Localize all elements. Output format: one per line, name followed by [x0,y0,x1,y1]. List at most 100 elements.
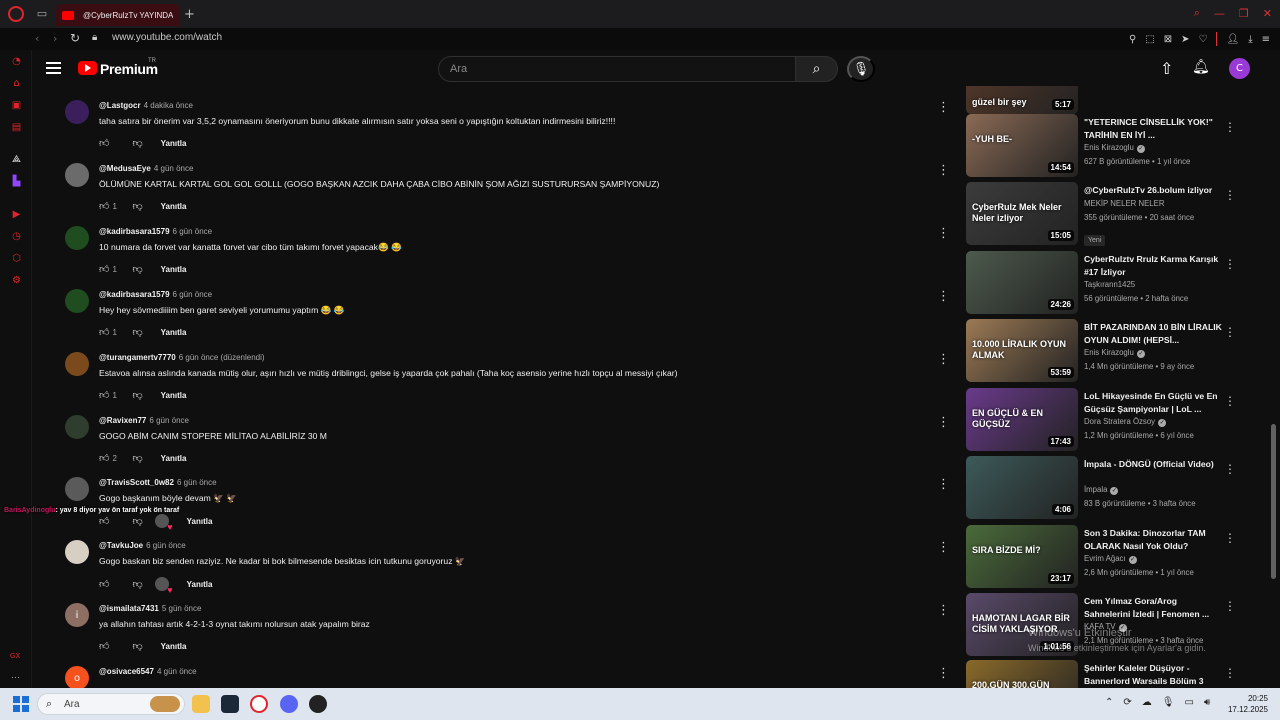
sidebar-extensions-icon[interactable]: ⬡ [10,252,23,265]
video-title[interactable]: İmpala - DÖNGÜ (Official Video) [1084,458,1224,471]
avatar[interactable]: i [65,603,89,627]
video-thumbnail[interactable]: SIRA BİZDE Mİ? 23:17 [966,525,1078,588]
more-options-icon[interactable]: ⋮ [937,163,950,178]
channel-name[interactable]: Evrim Ağacı ✓ [1084,554,1137,564]
notifications-bell-icon[interactable]: 🔔︎ [1192,59,1210,75]
like-icon[interactable]: 👍︎ [99,515,109,527]
sidebar-messenger-icon[interactable]: ▣ [10,99,23,112]
sidebar-player-icon[interactable]: ▶ [10,208,23,221]
page-scrollbar[interactable] [1271,424,1276,579]
channel-name[interactable]: Dora Stratera Özsoy ✓ [1084,417,1167,427]
tray-cloud-icon[interactable]: ☁ [1142,697,1152,708]
more-options-icon[interactable]: ⋮ [1224,257,1236,271]
like-icon[interactable]: 👍︎ [99,640,109,652]
like-icon[interactable]: 👍︎ [99,326,109,338]
video-thumbnail[interactable]: 24:26 [966,251,1078,314]
related-video-item[interactable]: güzel bir şey 5:17 1,5 Mn görüntüleme • … [965,86,1265,117]
sidebar-store-icon[interactable]: ⌂ [10,77,23,90]
comment-author[interactable]: @kadirbasara1579 [99,227,170,236]
more-options-icon[interactable]: ⋮ [1224,531,1236,545]
avatar[interactable] [65,100,89,124]
more-options-icon[interactable]: ⋮ [937,226,950,241]
url-field[interactable]: www.youtube.com/watch [112,32,222,43]
reply-button[interactable]: Yanıtla [161,265,187,274]
channel-name[interactable]: MEKİP NELER NELER [1084,199,1164,208]
video-title[interactable]: "YETERINCE CİNSELLİK YOK!" TARİHİN EN İY… [1084,116,1224,142]
more-options-icon[interactable]: ⋮ [1224,325,1236,339]
tray-app-icon[interactable]: ⟳ [1123,697,1131,708]
comment-time[interactable]: 4 gün önce [157,667,197,676]
pin-icon[interactable]: ⚲ [1129,32,1136,46]
video-title[interactable]: Şehirler Kaleler Düşüyor - Bannerlord Wa… [1084,662,1224,688]
avatar[interactable]: o [65,666,89,688]
reply-button[interactable]: Yanıtla [161,139,187,148]
video-title[interactable]: LoL Hikayesinde En Güçlü ve En Güçsüz Şa… [1084,390,1224,416]
related-video-item[interactable]: 24:26 CyberRulztv Rrulz Karma Karışık #1… [965,251,1265,317]
video-title[interactable]: BİT PAZARINDAN 10 BİN LİRALIK OYUN ALDIM… [1084,321,1224,347]
tray-network-icon[interactable]: ▭ [1184,697,1193,708]
tab-islands-icon[interactable]: ▭ [35,7,49,20]
avatar[interactable] [65,352,89,376]
snapshot-icon[interactable]: ⬚ [1145,32,1154,46]
comment-time[interactable]: 5 gün önce [162,604,202,613]
comment-author[interactable]: @TravisScott_0w82 [99,478,174,487]
more-options-icon[interactable]: ⋮ [1224,599,1236,613]
like-icon[interactable]: 👍︎ [99,389,109,401]
sidebar-history-icon[interactable]: ◷ [10,230,23,243]
opera-gx-taskbar-icon[interactable] [250,695,268,713]
user-avatar[interactable]: C [1229,58,1250,79]
new-tab-icon[interactable]: + [184,7,195,22]
send-icon[interactable]: ➤ [1181,32,1189,46]
reply-button[interactable]: Yanıtla [161,202,187,211]
related-video-item[interactable]: EN GÜÇLÜ & EN GÜÇSÜZ 17:43 LoL Hikayesin… [965,388,1265,454]
forward-icon[interactable]: › [53,32,57,45]
avatar[interactable] [65,163,89,187]
tray-volume-icon[interactable]: 🔊︎ [1204,697,1210,708]
dislike-icon[interactable]: 👎︎ [132,200,142,212]
dislike-icon[interactable]: 👎︎ [132,452,142,464]
minimize-icon[interactable]: — [1214,6,1225,20]
tray-mic-icon[interactable]: 🎙︎ [1162,697,1175,708]
comment-author[interactable]: @turangamertv7770 [99,353,176,362]
like-icon[interactable]: 👍︎ [99,137,109,149]
lock-icon[interactable]: 🔒︎ [92,32,97,43]
comment-time[interactable]: 6 gün önce [177,478,217,487]
more-options-icon[interactable]: ⋮ [937,603,950,618]
heart-icon[interactable]: ♡ [1199,32,1208,46]
back-icon[interactable]: ‹ [35,32,39,45]
channel-name[interactable]: Enis Kirazoglu ✓ [1084,143,1145,153]
more-options-icon[interactable]: ⋮ [1224,394,1236,408]
comment-author[interactable]: @Ravixen77 [99,416,146,425]
download-icon[interactable]: ⤓ [1248,32,1252,46]
reply-button[interactable]: Yanıtla [187,580,213,589]
voice-search-button[interactable]: 🎙︎ [847,56,875,82]
comment-author[interactable]: @kadirbasara1579 [99,290,170,299]
comment-time[interactable]: 4 dakika önce [144,101,193,110]
windows-start-icon[interactable] [13,696,29,712]
related-video-item[interactable]: 10.000 LİRALIK OYUN ALMAK 53:59 BİT PAZA… [965,319,1265,385]
search-tabs-icon[interactable]: ⌕ [1194,6,1200,20]
app-icon[interactable] [309,695,327,713]
taskbar-clock[interactable]: 20:25 17.12.2025 [1226,693,1268,715]
like-icon[interactable]: 👍︎ [99,578,109,590]
video-thumbnail[interactable]: CyberRulz Mek Neler Neler izliyor 15:05 [966,182,1078,245]
comment-author[interactable]: @TavkuJoe [99,541,143,550]
video-thumbnail[interactable]: güzel bir şey 5:17 [966,86,1078,114]
opera-logo-icon[interactable] [8,6,24,22]
sidebar-more-icon[interactable]: ··· [11,672,20,682]
reply-button[interactable]: Yanıtla [187,517,213,526]
comment-author[interactable]: @osivace6547 [99,667,154,676]
avatar[interactable] [65,540,89,564]
dislike-icon[interactable]: 👎︎ [132,137,142,149]
comment-author[interactable]: @Lastgocr [99,101,141,110]
avatar[interactable] [65,289,89,313]
tray-chevron-icon[interactable]: ⌃ [1105,697,1113,708]
video-thumbnail[interactable]: 4:06 [966,456,1078,519]
reload-icon[interactable]: ↻ [70,31,80,45]
comment-time[interactable]: 6 gün önce [173,227,213,236]
search-button[interactable]: ⌕ [795,56,838,82]
close-icon[interactable]: ✕ [1263,6,1272,20]
video-title[interactable]: Son 3 Dakika: Dinozorlar TAM OLARAK Nası… [1084,527,1224,553]
more-options-icon[interactable]: ⋮ [937,415,950,430]
video-thumbnail[interactable]: 10.000 LİRALIK OYUN ALMAK 53:59 [966,319,1078,382]
